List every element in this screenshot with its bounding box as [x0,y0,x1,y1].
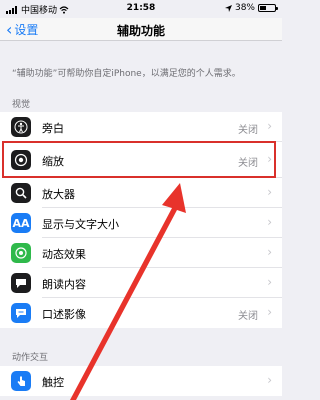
annotation-arrow [70,183,186,400]
red-arrow-icon [70,183,186,400]
